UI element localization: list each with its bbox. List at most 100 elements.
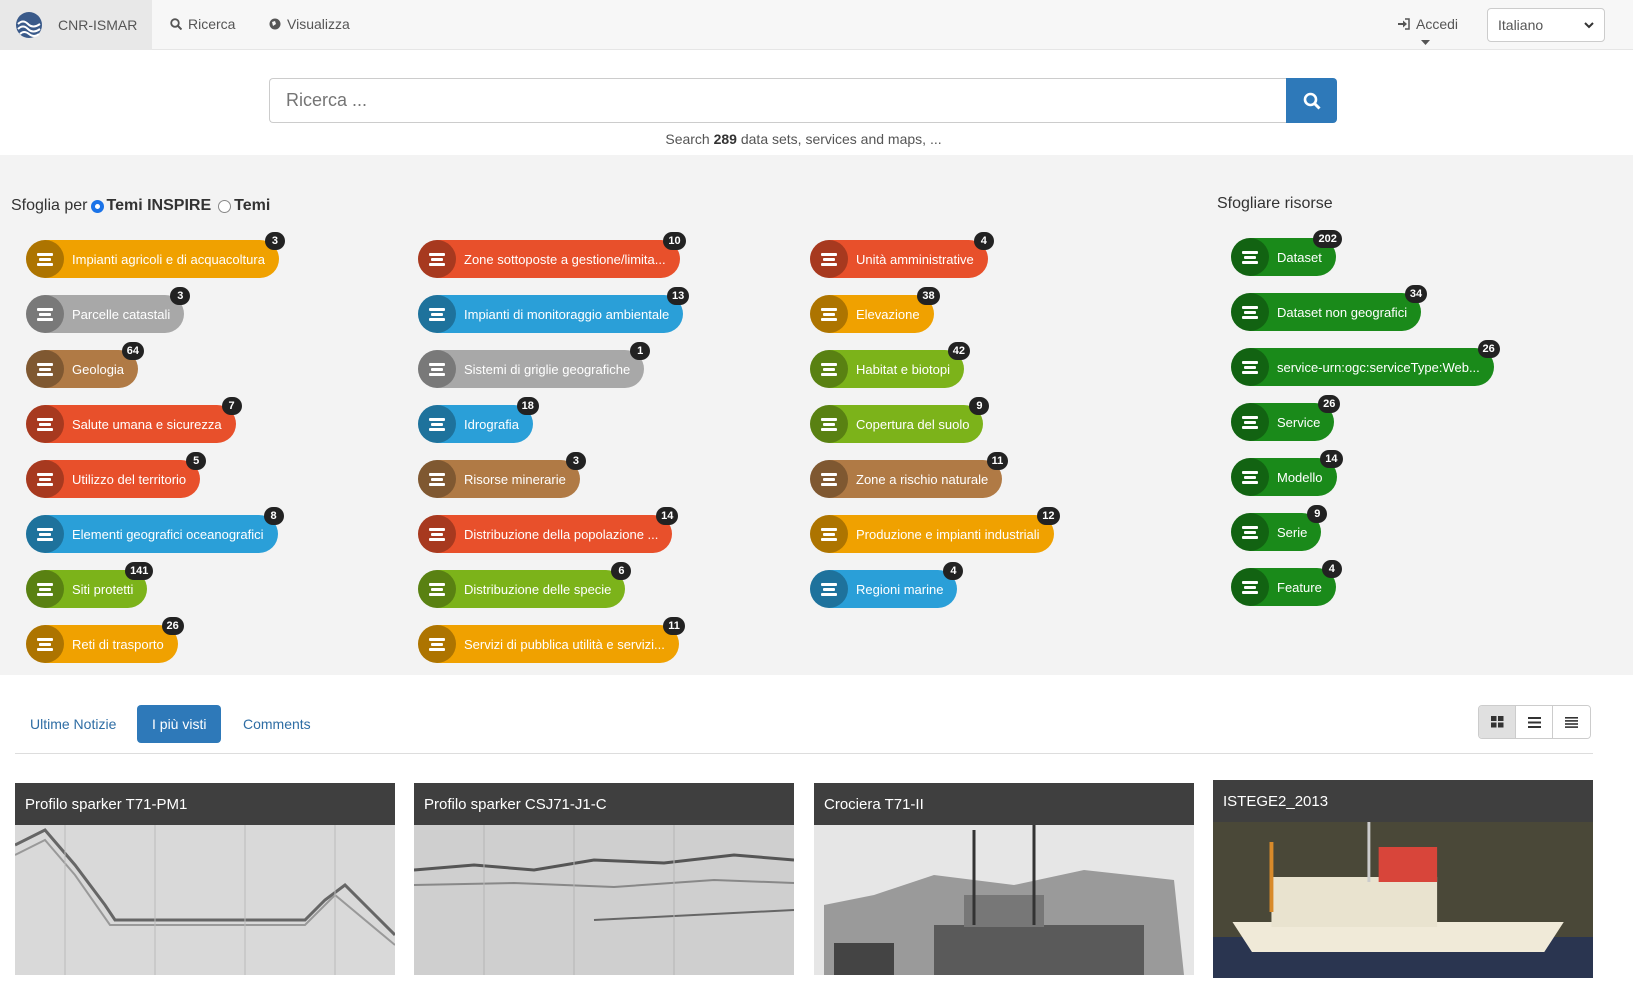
topic-pill-label: Geologia	[72, 361, 125, 377]
align-justify-icon	[1565, 716, 1578, 728]
topic-pill-label: Regioni marine	[856, 581, 944, 597]
nav-visualizza[interactable]: Visualizza	[269, 16, 350, 32]
topic-pill-label: Copertura del suolo	[856, 416, 970, 432]
topic-pill[interactable]: Dataset 202	[1231, 230, 1342, 276]
tag-icon	[1231, 568, 1269, 606]
search-input[interactable]	[269, 78, 1286, 123]
tab-ultime-notizie[interactable]: Ultime Notizie	[15, 705, 131, 743]
topic-pill[interactable]: Idrografia 18	[418, 397, 539, 443]
topic-pill[interactable]: Elevazione 38	[810, 287, 940, 333]
topic-pill[interactable]: Siti protetti 141	[26, 562, 154, 608]
card-title[interactable]: ISTEGE2_2013	[1213, 780, 1593, 822]
topic-pill[interactable]: Modello 14	[1231, 450, 1343, 496]
topic-pill[interactable]: Regioni marine 4	[810, 562, 964, 608]
cloud-icon	[1231, 403, 1269, 441]
radio-temi-inspire[interactable]	[90, 199, 104, 213]
radio-temi-label[interactable]: Temi	[234, 197, 270, 215]
topic-pill[interactable]: Distribuzione della popolazione ... 14	[418, 507, 679, 553]
topic-pill[interactable]: Servizi di pubblica utilità e servizi...…	[418, 617, 685, 663]
topic-pill[interactable]: Zone sottoposte a gestione/limita... 10	[418, 232, 686, 278]
compact-list-view-button[interactable]	[1553, 706, 1590, 738]
topic-pill-label: Unità amministrative	[856, 251, 974, 267]
card-title[interactable]: Profilo sparker CSJ71-J1-C	[414, 783, 794, 825]
topic-pill[interactable]: Impianti agricoli e di acquacoltura 3	[26, 232, 285, 278]
topic-pill-label: Risorse minerarie	[464, 471, 566, 487]
topic-icon	[26, 240, 64, 278]
topic-pill-label: Distribuzione delle specie	[464, 581, 612, 597]
search-icon	[1303, 92, 1321, 110]
topic-pill[interactable]: Habitat e biotopi 42	[810, 342, 970, 388]
card-title[interactable]: Profilo sparker T71-PM1	[15, 783, 395, 825]
tab-piu-visti[interactable]: I più visti	[137, 705, 222, 743]
card-title[interactable]: Crociera T71-II	[814, 783, 1194, 825]
topic-pill[interactable]: Risorse minerarie 3	[418, 452, 586, 498]
topic-icon	[418, 240, 456, 278]
topic-pill[interactable]: Impianti di monitoraggio ambientale 13	[418, 287, 690, 333]
search-summary-suffix: data sets, services and maps, ...	[736, 131, 942, 147]
topic-pill-label: Serie	[1277, 524, 1308, 540]
view-mode-group	[1478, 705, 1591, 739]
nav-ricerca[interactable]: Ricerca	[170, 16, 235, 32]
brand-link[interactable]: CNR-ISMAR	[0, 0, 152, 50]
count-badge: 11	[986, 452, 1009, 470]
topic-pill[interactable]: Utilizzo del territorio 5	[26, 452, 207, 498]
count-badge: 26	[161, 617, 184, 635]
count-badge: 11	[663, 617, 685, 635]
topic-pill[interactable]: Parcelle catastali 3	[26, 287, 191, 333]
topic-icon	[810, 240, 848, 278]
content-tabs: Ultime Notizie I più visti Comments	[15, 705, 1593, 754]
search-button[interactable]	[1286, 78, 1337, 123]
topic-pill[interactable]: Unità amministrative 4	[810, 232, 994, 278]
login-link[interactable]: Accedi	[1397, 16, 1458, 32]
radio-temi-inspire-label[interactable]: Temi INSPIRE	[107, 197, 212, 215]
language-select[interactable]: Italiano	[1487, 8, 1605, 42]
radio-temi[interactable]	[218, 199, 232, 213]
topic-pill-label: Dataset	[1277, 249, 1322, 265]
topic-pill[interactable]: Feature 4	[1231, 560, 1342, 606]
count-badge: 4	[943, 562, 964, 580]
list-view-button[interactable]	[1516, 706, 1553, 738]
topic-pill-label: Utilizzo del territorio	[72, 471, 187, 487]
tab-comments[interactable]: Comments	[228, 705, 326, 743]
topic-pill[interactable]: Copertura del suolo 9	[810, 397, 990, 443]
browse-by: Sfoglia per Temi INSPIRE Temi	[11, 197, 270, 215]
topic-pill[interactable]: service-urn:ogc:serviceType:Web... 26	[1231, 340, 1500, 386]
topic-pill[interactable]: Service 26	[1231, 395, 1341, 441]
count-badge: 6	[611, 562, 632, 580]
dashboard-icon	[1231, 458, 1269, 496]
record-card[interactable]: Crociera T71-II	[814, 783, 1194, 975]
record-card[interactable]: Profilo sparker CSJ71-J1-C	[414, 783, 794, 975]
login-label: Accedi	[1416, 16, 1459, 32]
record-card[interactable]: ISTEGE2_2013	[1213, 780, 1593, 978]
topic-pill-label: Dataset non geografici	[1277, 304, 1408, 320]
topic-pill[interactable]: Distribuzione delle specie 6	[418, 562, 632, 608]
count-badge: 4	[1321, 560, 1342, 578]
count-badge: 4	[973, 232, 994, 250]
record-card[interactable]: Profilo sparker T71-PM1	[15, 783, 395, 975]
topic-pill-label: Servizi di pubblica utilità e servizi...	[464, 636, 665, 652]
topic-icon	[810, 460, 848, 498]
topic-pill[interactable]: Produzione e impianti industriali 12	[810, 507, 1060, 553]
topic-icon	[810, 570, 848, 608]
topic-icon	[26, 570, 64, 608]
topic-pill[interactable]: Serie 9	[1231, 505, 1328, 551]
caret-down-icon	[1421, 40, 1430, 45]
topic-pill-label: Siti protetti	[72, 581, 134, 597]
topic-pill[interactable]: Salute umana e sicurezza 7	[26, 397, 242, 443]
topic-pill-label: Idrografia	[464, 416, 519, 432]
count-badge: 3	[264, 232, 285, 250]
topic-icon	[26, 350, 64, 388]
topic-pill[interactable]: Reti di trasporto 26	[26, 617, 184, 663]
topic-icon	[810, 515, 848, 553]
card-thumbnail	[414, 825, 794, 975]
card-thumbnail	[1213, 822, 1593, 978]
count-badge: 9	[1307, 505, 1328, 523]
topic-pill[interactable]: Geologia 64	[26, 342, 145, 388]
card-thumbnail	[814, 825, 1194, 975]
grid-view-button[interactable]	[1479, 706, 1516, 738]
topic-pill[interactable]: Dataset non geografici 34	[1231, 285, 1428, 331]
topic-pill[interactable]: Zone a rischio naturale 11	[810, 452, 1009, 498]
topic-pill[interactable]: Sistemi di griglie geografiche 1	[418, 342, 651, 388]
count-badge: 1	[630, 342, 651, 360]
topic-pill[interactable]: Elementi geografici oceanografici 8	[26, 507, 284, 553]
